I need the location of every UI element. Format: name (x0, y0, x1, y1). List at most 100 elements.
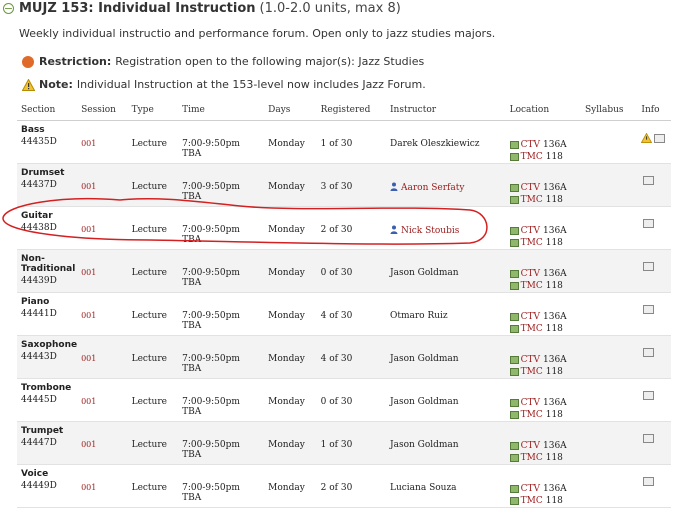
registered-value: 3 of 30 (320, 182, 353, 192)
instructor-cell: Jason Goldman (385, 249, 506, 293)
location-cell: CTV 136A TMC 118 (505, 163, 581, 207)
section-number: 44438D (21, 223, 57, 233)
instructor-name: Jason Goldman (389, 354, 459, 364)
collapse-icon[interactable]: − (3, 2, 14, 14)
building-link[interactable]: TMC (521, 194, 543, 206)
room-number: 136A (543, 183, 567, 193)
section-name: Piano (21, 297, 50, 307)
building-link[interactable]: TMC (521, 495, 543, 507)
section-name: Trumpet (21, 426, 64, 436)
syllabus-cell (581, 421, 638, 465)
building-link[interactable]: TMC (521, 409, 543, 421)
time-tba: TBA (182, 364, 202, 374)
room-number: 118 (545, 324, 563, 334)
time-value: 7:00-9:50pm (182, 311, 240, 321)
info-icon[interactable] (643, 434, 655, 443)
days-value: Monday (268, 354, 305, 364)
time-cell: 7:00-9:50pm TBA (178, 206, 265, 250)
building-link[interactable]: CTV (521, 354, 540, 366)
room-number: 136A (543, 441, 567, 451)
registered-cell: 4 of 30 (316, 292, 386, 336)
info-icon[interactable] (643, 176, 655, 185)
building-link[interactable]: CTV (521, 397, 540, 409)
room-number: 136A (543, 484, 567, 494)
building-link[interactable]: TMC (521, 151, 543, 163)
days-value: Monday (268, 483, 305, 493)
room-number: 136A (543, 398, 567, 408)
type-cell: Lecture (127, 120, 179, 164)
type-value: Lecture (131, 354, 167, 364)
warning-icon[interactable] (641, 132, 653, 143)
building-link[interactable]: CTV (521, 182, 540, 194)
info-icon[interactable] (643, 477, 655, 486)
info-icon[interactable] (654, 133, 666, 143)
session-link[interactable]: 001 (81, 125, 128, 148)
session-link[interactable]: 001 (81, 254, 128, 277)
building-link[interactable]: CTV (521, 225, 540, 237)
session-link[interactable]: 001 (81, 211, 128, 234)
instructor-link[interactable]: Aaron Serfaty (401, 183, 464, 193)
syllabus-cell (581, 378, 638, 422)
time-value: 7:00-9:50pm (182, 225, 240, 235)
time-value: 7:00-9:50pm (182, 483, 240, 493)
building-link[interactable]: CTV (521, 311, 540, 323)
session-link[interactable]: 001 (81, 383, 128, 406)
building-icon (509, 239, 519, 247)
building-link[interactable]: CTV (521, 268, 540, 280)
building-link[interactable]: TMC (521, 323, 543, 335)
info-cell (637, 163, 671, 207)
session-link[interactable]: 001 (81, 426, 128, 449)
session-cell: 001 (77, 378, 128, 422)
building-icon (509, 399, 519, 407)
building-link[interactable]: CTV (521, 139, 540, 151)
building-link[interactable]: TMC (521, 366, 543, 378)
instructor-cell: Darek Oleszkiewicz (385, 120, 506, 164)
table-row: Bass 44435D 001 Lecture 7:00-9:50pm TBA M… (17, 120, 671, 164)
time-cell: 7:00-9:50pm TBA (178, 464, 265, 508)
restriction-icon (22, 55, 34, 68)
course-header: − MUJZ 153: Individual Instruction (1.0-… (3, 0, 401, 16)
location-cell: CTV 136A TMC 118 (505, 335, 581, 379)
time-tba: TBA (182, 278, 202, 288)
time-value: 7:00-9:50pm (182, 397, 240, 407)
type-cell: Lecture (127, 249, 179, 293)
section-cell: Trumpet 44447D (17, 421, 78, 465)
days-value: Monday (268, 268, 305, 278)
time-cell: 7:00-9:50pm TBA (178, 335, 265, 379)
instructor-link[interactable]: Nick Stoubis (401, 226, 459, 236)
building-link[interactable]: TMC (521, 237, 543, 249)
course-description: Weekly individual instructio and perform… (19, 27, 496, 40)
building-link[interactable]: CTV (521, 483, 540, 495)
time-tba: TBA (182, 235, 202, 245)
section-name: Guitar (21, 211, 53, 221)
info-icon[interactable] (643, 262, 655, 271)
session-link[interactable]: 001 (81, 168, 128, 191)
section-number: 44445D (21, 395, 57, 405)
type-cell: Lecture (127, 206, 179, 250)
session-link[interactable]: 001 (81, 297, 128, 320)
table-row: Voice 44449D 001 Lecture 7:00-9:50pm TBA … (17, 464, 671, 508)
type-cell: Lecture (127, 335, 179, 379)
info-cell (637, 464, 671, 508)
days-cell: Monday (264, 163, 317, 207)
building-icon (509, 442, 519, 450)
registered-cell: 4 of 30 (316, 335, 386, 379)
location-cell: CTV 136A TMC 118 (505, 378, 581, 422)
info-icon[interactable] (643, 219, 655, 228)
building-link[interactable]: TMC (521, 280, 543, 292)
building-link[interactable]: TMC (521, 452, 543, 464)
table-row: Non-Traditional 44439D 001 Lecture 7:00-… (17, 249, 671, 293)
building-link[interactable]: CTV (521, 440, 540, 452)
info-icon[interactable] (643, 305, 655, 314)
section-number: 44437D (21, 180, 57, 190)
time-cell: 7:00-9:50pm TBA (178, 292, 265, 336)
info-icon[interactable] (643, 348, 655, 357)
warning-icon (22, 78, 35, 91)
instructor-cell: Jason Goldman (385, 421, 506, 465)
type-value: Lecture (131, 268, 167, 278)
session-link[interactable]: 001 (81, 340, 128, 363)
location-cell: CTV 136A TMC 118 (505, 249, 581, 293)
person-icon (390, 225, 398, 234)
room-number: 136A (543, 355, 567, 365)
info-icon[interactable] (643, 391, 655, 400)
